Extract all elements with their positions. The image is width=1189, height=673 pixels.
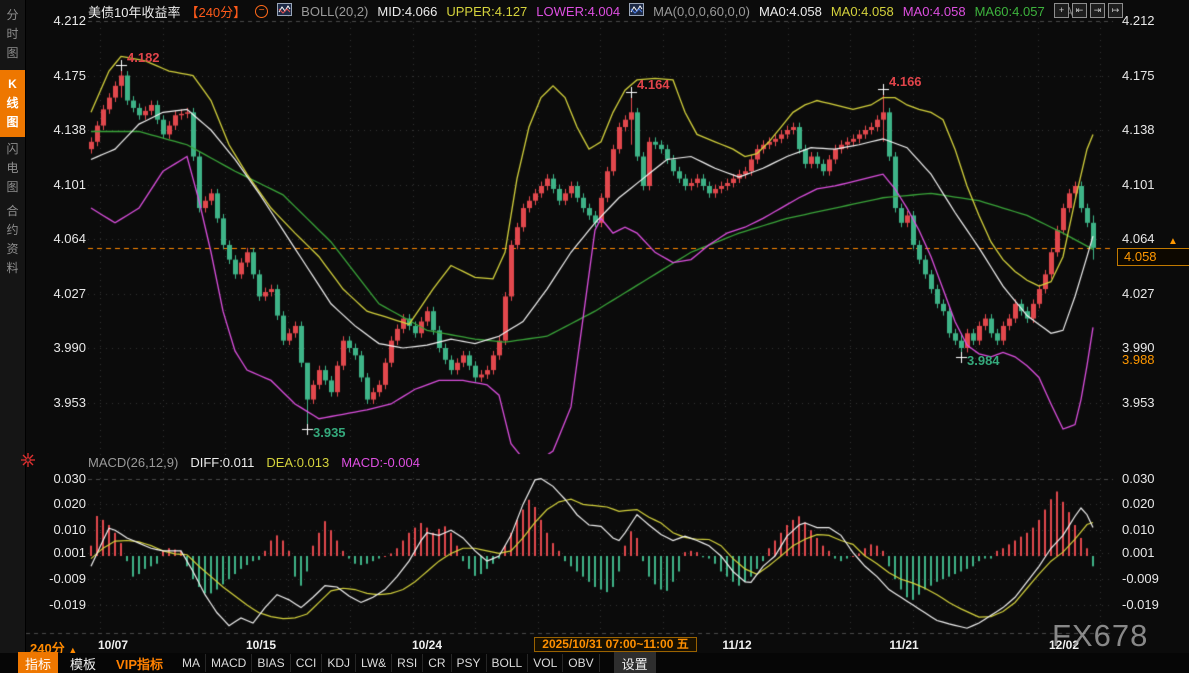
date-tick: 11/21: [872, 638, 936, 652]
axis-label: 4.027: [38, 286, 86, 301]
axis-label: 4.064: [38, 231, 86, 246]
indicator-tabs: MAMACDBIASCCIKDJLW&RSICRPSYBOLLVOLOBV: [177, 654, 600, 672]
axis-label: 4.101: [1122, 177, 1155, 192]
scale-left-icon[interactable]: ⇤: [1072, 3, 1087, 18]
axis-label: -0.009: [38, 571, 86, 586]
axis-label: -0.009: [1122, 571, 1159, 586]
price-annotation: 4.182: [127, 50, 160, 65]
indicator-tab-lw[interactable]: LW&: [356, 654, 392, 672]
axis-label: 0.030: [38, 471, 86, 486]
ma60-value: MA60:4.057: [975, 4, 1045, 19]
period-label: 【240分】: [185, 2, 246, 21]
axis-label: -0.019: [1122, 597, 1159, 612]
indicator-tab-macd[interactable]: MACD: [206, 654, 252, 672]
indicator-tab-obv[interactable]: OBV: [563, 654, 599, 672]
sidebar-tab-3[interactable]: 闪电图: [0, 140, 25, 197]
axis-label: 4.064: [1122, 231, 1155, 246]
indicator-tab-bias[interactable]: BIAS: [252, 654, 290, 672]
macd-label: MACD(26,12,9): [88, 455, 178, 470]
axis-label: 0.001: [38, 545, 86, 560]
ma-label: MA(0,0,0,60,0,0): [653, 4, 750, 19]
template-button[interactable]: 模板: [63, 652, 103, 673]
selected-bar-datetime: 2025/10/31 07:00~11:00 五: [534, 637, 697, 652]
current-price-tag: 4.058: [1117, 248, 1189, 266]
watermark: FX678: [1052, 618, 1148, 654]
date-tick: 10/15: [229, 638, 293, 652]
ma0-magenta-value: MA0:4.058: [903, 4, 966, 19]
macd-dea-value: DEA:0.013: [266, 455, 329, 470]
view-mode-sidebar: 分时图 K线图闪电图合约资料: [0, 0, 26, 673]
axis-label: 0.001: [1122, 545, 1155, 560]
macd-header: MACD(26,12,9) DIFF:0.011 DEA:0.013 MACD:…: [88, 455, 420, 470]
crosshair-icon[interactable]: +: [1054, 3, 1069, 18]
price-annotation: 4.164: [637, 77, 670, 92]
ma-indicator-icon[interactable]: [629, 3, 644, 19]
pan-right-icon[interactable]: ↦: [1108, 3, 1123, 18]
indicator-button[interactable]: 指标: [18, 652, 58, 673]
current-price-marker-icon: ▲: [1168, 236, 1178, 247]
axis-label: 0.020: [1122, 496, 1155, 511]
indicator-tab-kdj[interactable]: KDJ: [322, 654, 356, 672]
indicator-tab-cr[interactable]: CR: [423, 654, 451, 672]
indicator-tab-cci[interactable]: CCI: [291, 654, 323, 672]
scale-right-icon[interactable]: ⇥: [1090, 3, 1105, 18]
axis-label: 4.138: [1122, 122, 1155, 137]
macd-diff-value: DIFF:0.011: [190, 455, 254, 470]
price-annotation: 4.166: [889, 74, 922, 89]
sidebar-tab-4[interactable]: 合约资料: [0, 202, 25, 278]
axis-label: 4.212: [38, 13, 86, 28]
axis-label: 4.027: [1122, 286, 1155, 301]
chart-tool-icons: +⇤⇥↦: [1054, 3, 1123, 18]
axis-label: -0.019: [38, 597, 86, 612]
axis-label: 4.101: [38, 177, 86, 192]
axis-label: 4.138: [38, 122, 86, 137]
indicator-tab-boll[interactable]: BOLL: [487, 654, 529, 672]
boll-lower-value: LOWER:4.004: [536, 4, 620, 19]
boll-indicator-icon[interactable]: [277, 3, 292, 19]
settings-button[interactable]: 设置: [614, 652, 656, 673]
alert-starburst-icon: [20, 452, 36, 473]
axis-label: 4.212: [1122, 13, 1155, 28]
candlestick-macd-canvas[interactable]: [0, 0, 1189, 673]
kline-app: 分时图 K线图闪电图合约资料 美债10年收益率 【240分】 − BOLL(20,…: [0, 0, 1189, 673]
macd-hist-value: MACD:-0.004: [341, 455, 420, 470]
axis-label: 4.175: [38, 68, 86, 83]
axis-label: 4.175: [1122, 68, 1155, 83]
instrument-title: 美债10年收益率: [88, 2, 180, 21]
price-annotation: 3.935: [313, 425, 346, 440]
date-tick: 11/12: [705, 638, 769, 652]
date-tick: 10/07: [81, 638, 145, 652]
boll-mid-value: MID:4.066: [377, 4, 437, 19]
axis-label: 0.030: [1122, 471, 1155, 486]
indicator-tab-ma[interactable]: MA: [177, 654, 206, 672]
sidebar-tab-2[interactable]: K线图: [0, 70, 25, 137]
axis-label: 0.010: [1122, 522, 1155, 537]
collapse-icon[interactable]: −: [255, 5, 268, 18]
axis-label: 0.020: [38, 496, 86, 511]
sidebar-tab-1[interactable]: 分时图: [0, 6, 25, 63]
ma0-white-value: MA0:4.058: [759, 4, 822, 19]
axis-label: 0.010: [38, 522, 86, 537]
axis-label: 3.990: [38, 340, 86, 355]
price-annotation: 3.984: [967, 353, 1000, 368]
date-tick: 10/24: [395, 638, 459, 652]
vip-indicator-button[interactable]: VIP指标: [110, 652, 169, 673]
axis-label: 3.953: [1122, 395, 1155, 410]
boll-upper-value: UPPER:4.127: [446, 4, 527, 19]
secondary-price-tag: 3.988: [1122, 352, 1155, 367]
boll-label: BOLL(20,2): [301, 4, 368, 19]
ma0-yellow-value: MA0:4.058: [831, 4, 894, 19]
chart-header: 美债10年收益率 【240分】 − BOLL(20,2) MID:4.066 U…: [88, 3, 1084, 19]
indicator-tab-psy[interactable]: PSY: [452, 654, 487, 672]
indicator-tab-rsi[interactable]: RSI: [392, 654, 423, 672]
axis-label: 3.953: [38, 395, 86, 410]
indicator-tab-vol[interactable]: VOL: [528, 654, 563, 672]
indicator-toolbar: 指标 模板 VIP指标 MAMACDBIASCCIKDJLW&RSICRPSYB…: [0, 653, 1189, 673]
date-axis: 240分 ▲ 2025/10/31 07:00~11:00 五 10/0710/…: [0, 636, 1189, 653]
